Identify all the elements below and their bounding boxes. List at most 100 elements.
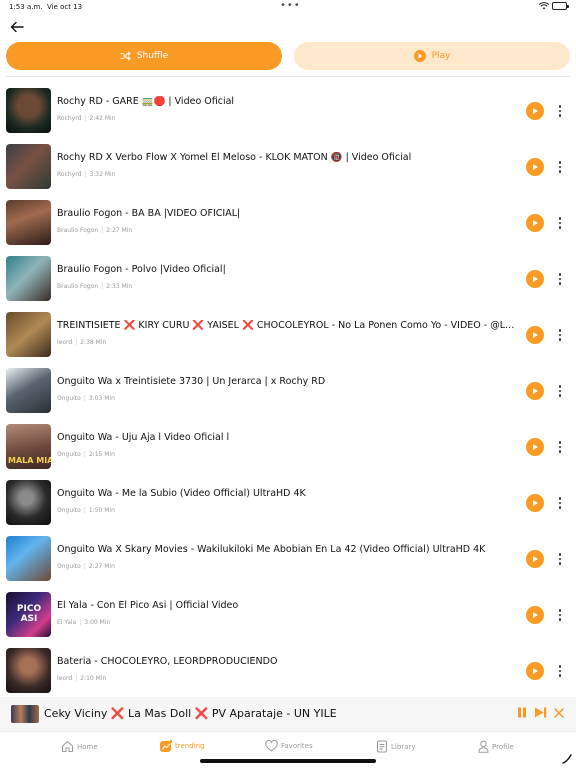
track-title: Rochy RD X Verbo Flow X Yomel El Meloso …: [57, 152, 412, 163]
playlist-actions: Shuffle Play: [6, 42, 570, 70]
track-more-button[interactable]: [555, 103, 565, 119]
track-title: Onguito Wa X Skary Movies - Wakilukiloki…: [57, 544, 486, 555]
track-thumbnail: [6, 368, 51, 413]
track-title: Bateria - CHOCOLEYRO, LEORDPRODUCIENDO: [57, 656, 278, 667]
track-play-button[interactable]: [526, 326, 544, 344]
track-play-button[interactable]: [526, 438, 544, 456]
pencil-scribble-icon[interactable]: [562, 754, 572, 764]
shuffle-icon: [120, 51, 131, 61]
status-bar: 1:53 a.m. Vie oct 13 •••: [0, 0, 576, 14]
track-row[interactable]: Bateria - CHOCOLEYRO, LEORDPRODUCIENDO l…: [0, 646, 576, 696]
track-title: El Yala - Con El Pico Asi | Official Vid…: [57, 600, 239, 611]
trending-icon: [160, 740, 172, 752]
close-icon[interactable]: [554, 707, 564, 718]
status-indicators: [539, 2, 569, 10]
tab-favorites[interactable]: Favorites: [265, 740, 313, 752]
play-icon: [533, 164, 538, 170]
thumbnail-caption: PICO ASI: [16, 604, 42, 624]
track-row[interactable]: Rochy RD - GARE 🚃🛑 | Video Oficial Rochy…: [0, 86, 576, 136]
track-play-button[interactable]: [526, 494, 544, 512]
track-meta: Rochyrd | 3:32 Min: [57, 171, 116, 178]
track-row[interactable]: Rochy RD X Verbo Flow X Yomel El Meloso …: [0, 142, 576, 192]
track-row[interactable]: MALA MIA Onguito Wa - Uju Aja l Video Of…: [0, 422, 576, 472]
track-play-button[interactable]: [526, 382, 544, 400]
track-play-button[interactable]: [526, 270, 544, 288]
track-row[interactable]: PICO ASI El Yala - Con El Pico Asi | Off…: [0, 590, 576, 640]
now-playing-title: Ceky Viciny ❌ La Mas Doll ❌ PV Aparataje…: [44, 707, 337, 720]
track-thumbnail: [6, 480, 51, 525]
track-row[interactable]: Onguito Wa X Skary Movies - Wakilukiloki…: [0, 534, 576, 584]
tab-label: trending: [175, 742, 205, 750]
mini-player[interactable]: Ceky Viciny ❌ La Mas Doll ❌ PV Aparataje…: [0, 697, 576, 731]
play-icon: [533, 108, 538, 114]
play-circle-icon: [413, 50, 426, 62]
tab-trending[interactable]: trending: [160, 740, 204, 752]
track-play-button[interactable]: [526, 214, 544, 232]
multitasking-dots-icon[interactable]: •••: [280, 0, 301, 11]
play-all-button[interactable]: Play: [294, 42, 570, 70]
divider: [6, 76, 570, 77]
track-row[interactable]: Braulio Fogon - Polvo |Video Oficial| Br…: [0, 254, 576, 304]
track-more-button[interactable]: [555, 663, 565, 679]
play-icon: [533, 556, 538, 562]
back-button[interactable]: [8, 18, 26, 36]
track-more-button[interactable]: [555, 159, 565, 175]
track-thumbnail: MALA MIA: [6, 424, 51, 469]
tab-library[interactable]: Library: [376, 740, 415, 753]
play-icon: [533, 220, 538, 226]
play-icon: [533, 500, 538, 506]
track-row[interactable]: Braulio Fogon - BA BA |VIDEO OFICIAL| Br…: [0, 198, 576, 248]
track-title: Braulio Fogon - BA BA |VIDEO OFICIAL|: [57, 208, 241, 219]
track-play-button[interactable]: [526, 606, 544, 624]
track-row[interactable]: Onguito Wa x Treintisiete 3730 | Un Jera…: [0, 366, 576, 416]
track-thumbnail: [6, 256, 51, 301]
heart-icon: [265, 740, 278, 752]
tab-home[interactable]: Home: [61, 740, 98, 753]
tab-label: Favorites: [281, 742, 313, 750]
track-meta: Onguito | 3:03 Min: [57, 395, 115, 402]
now-playing-thumbnail: [11, 705, 39, 723]
track-meta: El Yala | 3:00 Min: [57, 619, 111, 626]
track-more-button[interactable]: [555, 607, 565, 623]
track-more-button[interactable]: [555, 271, 565, 287]
track-row[interactable]: Onguito Wa - Me la Subio (Video Official…: [0, 478, 576, 528]
track-title: Braulio Fogon - Polvo |Video Oficial|: [57, 264, 226, 275]
track-more-button[interactable]: [555, 495, 565, 511]
tab-label: Library: [391, 742, 416, 751]
play-all-label: Play: [431, 51, 451, 61]
status-time: 1:53 a.m. Vie oct 13: [9, 3, 83, 11]
track-meta: Braulio Fogon | 2:33 Min: [57, 283, 133, 290]
arrow-left-icon: [10, 21, 24, 33]
play-icon: [533, 612, 538, 618]
shuffle-label: Shuffle: [136, 51, 169, 61]
track-meta: Onguito | 2:27 Min: [57, 563, 115, 570]
play-icon: [533, 276, 538, 282]
track-play-button[interactable]: [526, 158, 544, 176]
track-more-button[interactable]: [555, 327, 565, 343]
play-icon: [533, 388, 538, 394]
track-title: TREINTISIETE ❌ KIRY CURU ❌ YAISEL ❌ CHOC…: [57, 320, 517, 331]
play-icon: [533, 332, 538, 338]
track-title: Onguito Wa x Treintisiete 3730 | Un Jera…: [57, 376, 326, 387]
home-indicator[interactable]: [200, 759, 376, 763]
track-thumbnail: [6, 536, 51, 581]
track-more-button[interactable]: [555, 383, 565, 399]
track-play-button[interactable]: [526, 102, 544, 120]
tab-profile[interactable]: Profile: [478, 740, 514, 753]
track-row[interactable]: TREINTISIETE ❌ KIRY CURU ❌ YAISEL ❌ CHOC…: [0, 310, 576, 360]
track-more-button[interactable]: [555, 215, 565, 231]
track-play-button[interactable]: [526, 662, 544, 680]
mini-player-controls: [517, 707, 564, 718]
library-icon: [377, 740, 387, 753]
track-more-button[interactable]: [555, 439, 565, 455]
shuffle-button[interactable]: Shuffle: [6, 42, 282, 70]
pause-icon[interactable]: [517, 707, 527, 718]
skip-next-icon[interactable]: [534, 707, 547, 718]
track-thumbnail: [6, 88, 51, 133]
track-title: Onguito Wa - Me la Subio (Video Official…: [57, 488, 306, 499]
track-meta: Onguito | 2:15 Min: [57, 451, 115, 458]
profile-icon: [478, 740, 489, 753]
track-more-button[interactable]: [555, 551, 565, 567]
track-play-button[interactable]: [526, 550, 544, 568]
track-meta: Rochyrd | 2:42 Min: [57, 115, 116, 122]
